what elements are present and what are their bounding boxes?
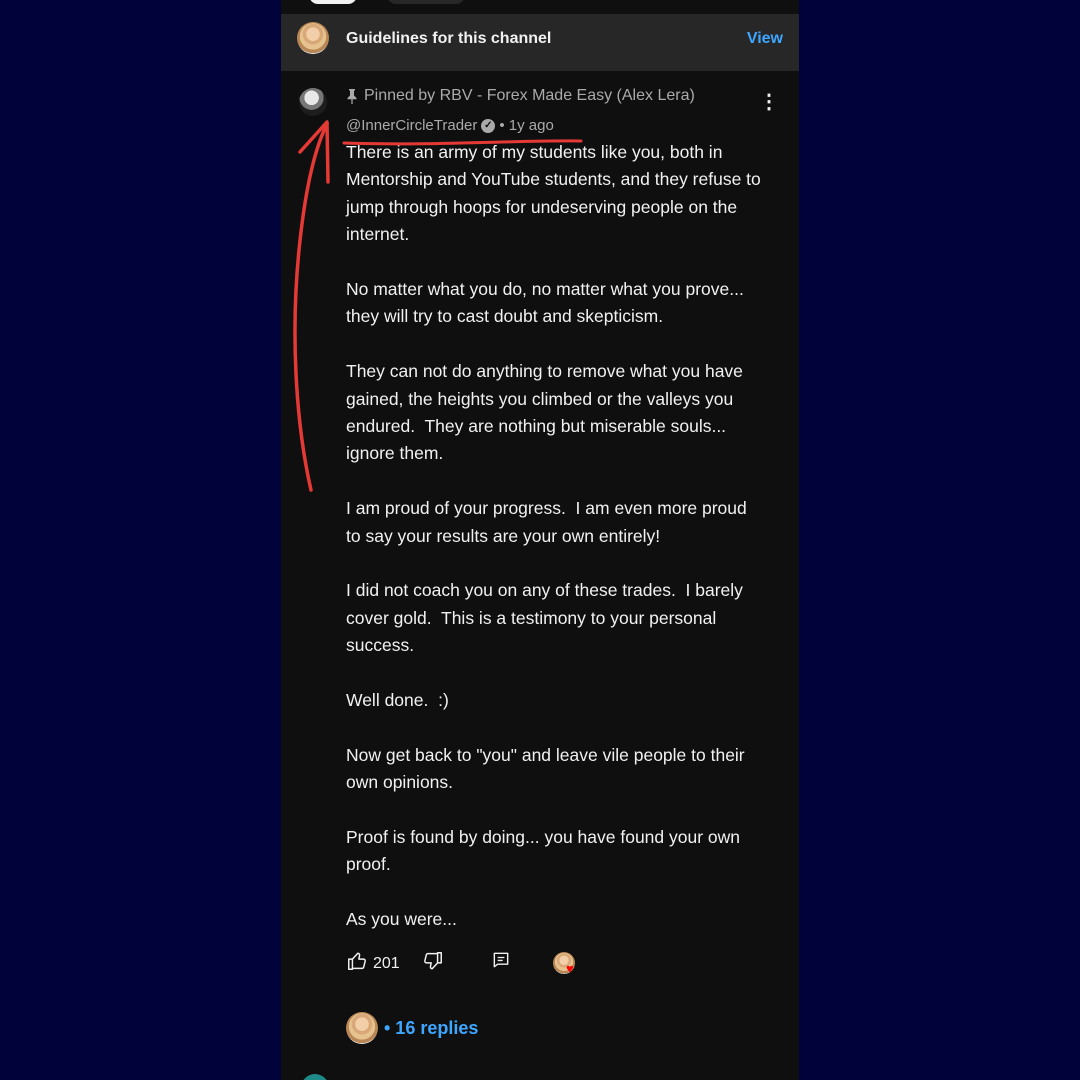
filter-chip[interactable]	[387, 0, 465, 4]
dislike-button[interactable]	[422, 950, 444, 972]
filter-chip[interactable]	[309, 0, 357, 4]
comment-icon	[493, 952, 509, 968]
like-count: 201	[373, 955, 400, 972]
view-guidelines-button[interactable]: View	[747, 30, 783, 48]
comment-paragraph: Well done. :)	[346, 690, 449, 711]
next-comment-avatar[interactable]	[301, 1074, 329, 1080]
verified-check-icon: ✓	[481, 118, 496, 133]
pinned-text: Pinned by RBV - Forex Made Easy (Alex Le…	[364, 87, 695, 104]
channel-guidelines-banner[interactable]: Guidelines for this channel View	[281, 14, 799, 71]
like-button[interactable]	[346, 950, 368, 972]
comment-body: There is an army of my students like you…	[346, 139, 766, 934]
channel-avatar	[297, 22, 329, 54]
replies-count-link[interactable]: • 16 replies	[384, 1018, 478, 1039]
comment-panel: Guidelines for this channel View Pinned …	[281, 0, 799, 1080]
pinned-label: Pinned by RBV - Forex Made Easy (Alex Le…	[346, 87, 695, 105]
reply-avatar	[346, 1012, 378, 1044]
comment-actions: 201 ♥	[346, 950, 596, 978]
replies-toggle[interactable]: • 16 replies	[346, 1012, 478, 1044]
filter-chip-bar	[281, 0, 799, 14]
thumbs-up-icon	[348, 952, 366, 970]
comment-paragraph: As you were...	[346, 909, 457, 930]
guidelines-title: Guidelines for this channel	[346, 30, 552, 47]
comment-paragraph: No matter what you do, no matter what yo…	[346, 279, 749, 327]
commenter-avatar[interactable]	[299, 88, 327, 116]
thumbs-down-icon	[424, 952, 442, 970]
heart-icon: ♥	[566, 961, 574, 976]
pin-icon	[347, 88, 357, 104]
more-vert-icon[interactable]: ⋮	[759, 90, 779, 114]
comment-meta: @InnerCircleTrader ✓ • 1y ago	[346, 117, 554, 134]
comment-time: • 1y ago	[499, 117, 554, 134]
comment-paragraph: There is an army of my students like you…	[346, 142, 766, 245]
comment-paragraph: They can not do anything to remove what …	[346, 361, 748, 464]
comment-paragraph: I am proud of your progress. I am even m…	[346, 498, 752, 546]
creator-heart: ♥	[553, 952, 575, 976]
comment-paragraph: Now get back to "you" and leave vile peo…	[346, 744, 750, 793]
reply-button[interactable]	[491, 950, 511, 970]
comment-paragraph: I did not coach you on any of these trad…	[346, 580, 748, 656]
author-handle[interactable]: @InnerCircleTrader	[346, 117, 477, 134]
comment-paragraph: Proof is found by doing... you have foun…	[346, 827, 745, 875]
